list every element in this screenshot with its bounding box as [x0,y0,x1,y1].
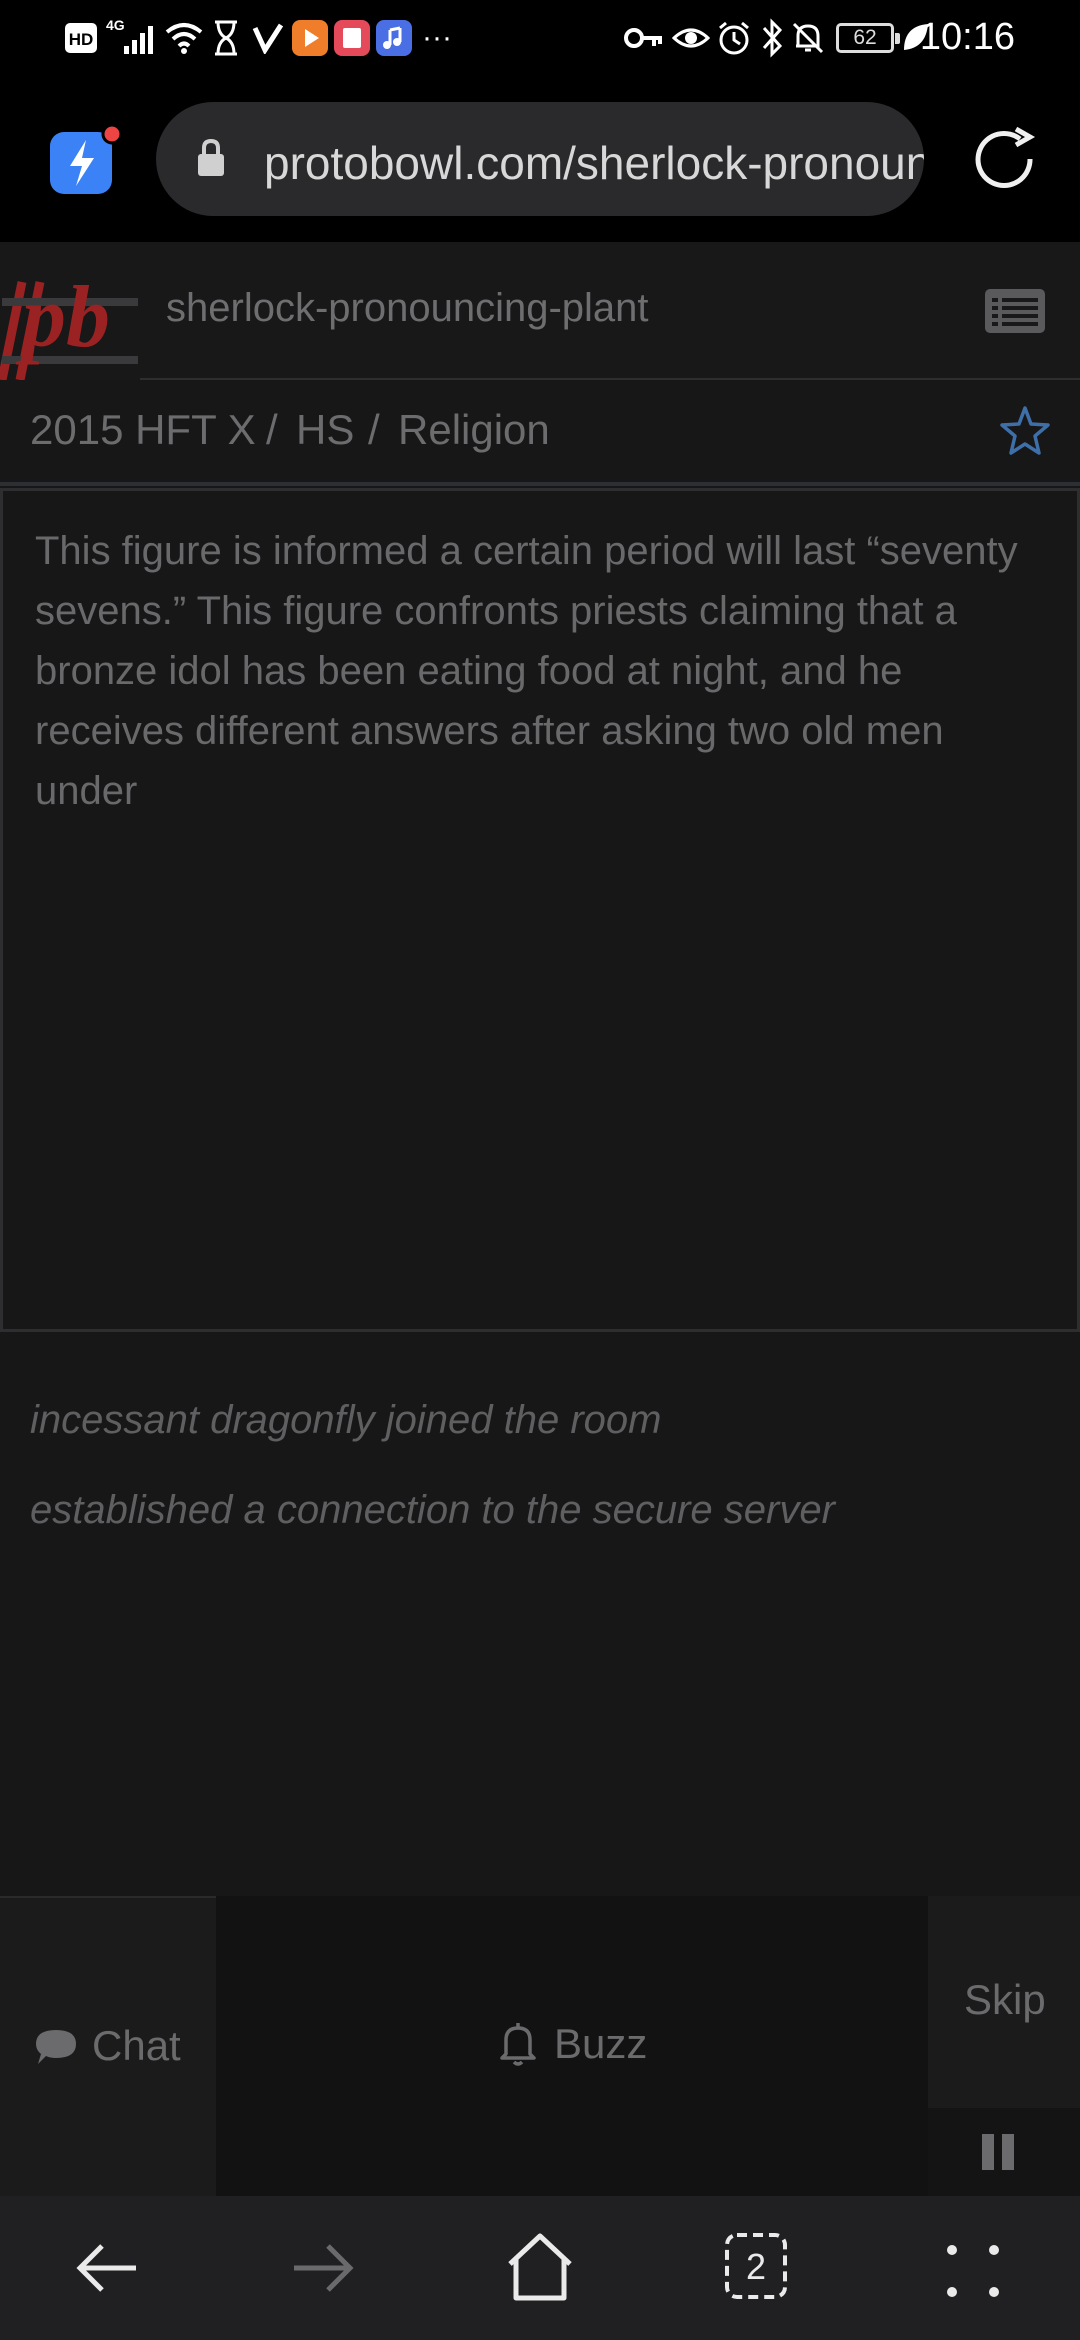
pause-button[interactable] [928,2108,1080,2196]
svg-text:HD: HD [69,30,94,49]
skip-button[interactable]: Skip [928,1896,1080,2108]
pause-icon [982,2134,1014,2170]
svg-text:4G: 4G [106,17,125,33]
book-app-icon [334,20,370,56]
v-app-icon [252,23,284,54]
buzz-button[interactable]: Buzz [216,1896,928,2196]
more-menu-icon[interactable] [944,2242,1002,2300]
buzz-label: Buzz [554,2020,648,2067]
status-bar: HD 4G ··· 62 10:16 [0,0,1080,82]
wifi-icon [165,23,203,54]
4g-signal-icon: 4G [106,17,153,54]
question-text: This figure is informed a certain period… [35,529,1018,813]
breadcrumb-difficulty[interactable]: HS [296,406,354,454]
bell-muted-icon [792,22,824,54]
reload-icon[interactable] [970,123,1044,197]
music-app-icon [376,20,412,56]
key-icon [624,28,662,48]
more-dots-icon: ··· [422,21,452,54]
back-arrow-icon[interactable] [74,2236,140,2300]
breadcrumb-tournament[interactable]: 2015 HFT X [30,406,256,454]
browser-nav-bar: 2 [0,2196,1080,2340]
battery-icon: 62 [836,23,900,53]
clock: 10:16 [919,16,1015,58]
app-header: pb sherlock-pronouncing-plant [0,242,1080,380]
log-entry-connection: established a connection to the secure s… [30,1488,835,1532]
breadcrumb: 2015 HFT X / HS / Religion [0,382,1080,486]
breadcrumb-separator: / [266,406,278,453]
browser-toolbar: protobowl.com/sherlock-pronouncing-plant [0,82,1080,242]
tabs-icon[interactable]: 2 [724,2232,788,2302]
room-name: sherlock-pronouncing-plant [166,286,649,330]
skip-label: Skip [964,1976,1046,2023]
log-entry-joined: incessant dragonfly joined the room [30,1398,662,1442]
eye-icon [672,28,710,48]
extension-bolt-icon[interactable] [46,122,124,200]
menu-icon[interactable] [984,288,1046,334]
svg-text:pb: pb [15,269,110,366]
breadcrumb-separator: / [368,406,380,453]
svg-text:2: 2 [746,2246,766,2287]
chat-button[interactable]: Chat [0,1896,216,2196]
hd-icon: HD [65,23,97,53]
chat-label: Chat [92,2022,181,2069]
protobowl-logo[interactable]: pb [0,242,140,380]
url-text[interactable]: protobowl.com/sherlock-pronouncing-plant [264,136,924,190]
hourglass-icon [215,20,237,56]
bell-icon [500,2023,536,2066]
alarm-icon [719,21,749,55]
chat-bubble-icon [36,2030,76,2064]
lock-icon [198,138,224,176]
breadcrumb-category[interactable]: Religion [398,406,550,454]
star-icon[interactable] [998,404,1052,458]
home-icon[interactable] [506,2232,574,2302]
play-app-icon [292,20,328,56]
address-bar[interactable]: protobowl.com/sherlock-pronouncing-plant [156,102,924,216]
question-box: This figure is informed a certain period… [0,488,1080,1332]
action-bar: Chat Buzz Skip [0,1896,1080,2196]
forward-arrow-icon[interactable] [290,2236,356,2300]
bluetooth-icon [762,18,783,58]
